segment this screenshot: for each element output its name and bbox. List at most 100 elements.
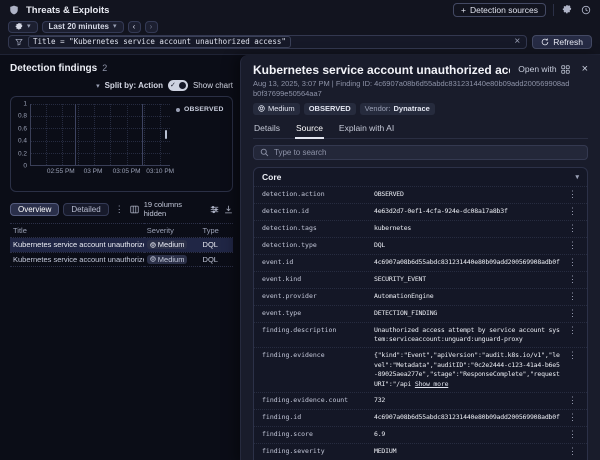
kebab-menu-icon[interactable]: ⋮ [566, 241, 579, 251]
app-header: Threats & Exploits + Detection sources ▾… [0, 0, 600, 55]
chevron-down-icon: ▾ [27, 23, 31, 30]
filter-chip[interactable]: Title = "Kubernetes service account unau… [28, 36, 291, 48]
severity-label: Medium [157, 254, 185, 264]
x-tick: 03:10 PM [146, 168, 175, 175]
timeframe-forward-button[interactable]: › [144, 20, 158, 33]
close-icon[interactable]: × [582, 63, 588, 75]
legend-item-observed[interactable]: OBSERVED [176, 106, 228, 113]
refresh-icon [541, 38, 549, 46]
refresh-button[interactable]: Refresh [532, 35, 592, 49]
field-key: event.provider [262, 291, 317, 300]
tab-detailed[interactable]: Detailed [63, 202, 109, 216]
gear-icon[interactable] [561, 4, 573, 16]
history-clock-icon[interactable] [580, 4, 592, 16]
open-with-grid-icon [560, 64, 570, 74]
column-header-severity[interactable]: Severity [143, 223, 200, 238]
kebab-menu-icon[interactable]: ⋮ [566, 351, 579, 361]
kebab-menu-icon[interactable]: ⋮ [566, 326, 579, 336]
field-value: 4c6907a08b6d55abdc831231440e80b09add2005… [374, 257, 560, 266]
divider [553, 4, 554, 16]
field-value: 6.9 [374, 430, 386, 439]
field-value: OBSERVED [374, 189, 404, 198]
finding-detail-drawer: Kubernetes service account unauthorized … [240, 55, 600, 460]
cell-type: DQL [199, 237, 233, 253]
findings-heading: Detection findings [10, 63, 98, 74]
grid-columns-icon[interactable] [130, 205, 139, 214]
field-value: Unauthorized access attempt by service a… [374, 325, 560, 343]
funnel-icon [15, 38, 23, 46]
filter-settings-button[interactable]: ▾ [8, 20, 38, 33]
column-header-title[interactable]: Title [10, 223, 144, 238]
field-row: finding.evidence.count 732 ⋮ [254, 392, 587, 409]
observed-data-point[interactable] [165, 129, 168, 140]
core-section-title: Core [262, 171, 282, 182]
timeframe-back-button[interactable]: ‹ [127, 20, 141, 33]
app-title: Threats & Exploits [26, 4, 110, 16]
tab-source[interactable]: Source [294, 121, 324, 139]
show-chart-toggle[interactable]: ✓ [167, 80, 188, 91]
tab-explain-with-ai[interactable]: Explain with AI [338, 121, 395, 139]
kebab-menu-icon[interactable]: ⋮ [566, 224, 579, 234]
gear-icon [15, 22, 23, 31]
collapse-chevron-icon[interactable]: ▾ [575, 173, 579, 181]
x-tick: 02:55 PM [46, 168, 75, 175]
open-with-button[interactable]: Open with [518, 64, 570, 74]
y-tick: 0.8 [17, 112, 27, 120]
cell-title: Kubernetes service account unauthorized … [10, 252, 144, 267]
kebab-menu-icon[interactable]: ⋮ [566, 258, 579, 268]
table-row[interactable]: Kubernetes service account unauthorized … [10, 237, 233, 253]
kebab-menu-icon[interactable]: ⋮ [566, 190, 579, 200]
field-value: AutomationEngine [374, 291, 434, 300]
download-icon[interactable] [224, 205, 233, 214]
legend-dot [176, 107, 180, 112]
field-value-text: {"kind":"Event","apiVersion":"audit.k8s.… [374, 351, 560, 388]
chevron-down-icon[interactable]: ▾ [96, 82, 100, 90]
column-header-type[interactable]: Type [199, 223, 233, 238]
detail-search[interactable] [253, 144, 588, 160]
filter-row: Title = "Kubernetes service account unau… [0, 35, 600, 54]
field-key: detection.action [262, 189, 325, 198]
kebab-menu-icon[interactable]: ⋮ [566, 413, 579, 423]
main-content: Detection findings 2 ▾ Split by: Action … [0, 55, 600, 460]
kebab-menu-icon[interactable]: ⋮ [113, 204, 126, 215]
field-value: DETECTION_FINDING [374, 308, 438, 317]
field-row: detection.id 4e63d2d7-0ef1-4cfa-924e-dc08… [254, 202, 587, 220]
chart-plot-area[interactable] [30, 104, 170, 166]
kebab-menu-icon[interactable]: ⋮ [566, 447, 579, 457]
tab-overview[interactable]: Overview [10, 202, 60, 216]
tab-details[interactable]: Details [253, 121, 281, 139]
field-row: detection.type DQL ⋮ [254, 236, 587, 254]
table-row[interactable]: Kubernetes service account unauthorized … [10, 252, 233, 267]
field-key: event.type [262, 308, 302, 317]
show-more-link[interactable]: Show more [415, 380, 449, 388]
columns-hidden-label[interactable]: 19 columns hidden [144, 200, 205, 218]
kebab-menu-icon[interactable]: ⋮ [566, 430, 579, 440]
field-row: finding.description Unauthorized access a… [254, 321, 587, 348]
field-row: finding.severity MEDIUM ⋮ [254, 443, 587, 460]
severity-badge: Medium [253, 102, 300, 115]
severity-label: Medium [268, 104, 295, 113]
clear-filter-icon[interactable]: × [514, 37, 520, 47]
kebab-menu-icon[interactable]: ⋮ [566, 292, 579, 302]
table-settings-icon[interactable] [210, 205, 219, 214]
detection-sources-button[interactable]: + Detection sources [452, 3, 546, 17]
field-value: 732 [374, 396, 386, 405]
kebab-menu-icon[interactable]: ⋮ [566, 275, 579, 285]
search-input[interactable] [274, 147, 581, 157]
kebab-menu-icon[interactable]: ⋮ [566, 309, 579, 319]
timeframe-selector[interactable]: Last 20 minutes ▾ [41, 20, 124, 33]
chart-legend: OBSERVED [170, 104, 228, 189]
search-icon [260, 148, 269, 156]
kebab-menu-icon[interactable]: ⋮ [566, 396, 579, 406]
findings-count: 2 [102, 63, 108, 73]
filter-input[interactable]: Title = "Kubernetes service account unau… [8, 35, 528, 49]
detail-meta: Aug 13, 2025, 3:07 PM | Finding ID: 4c69… [253, 79, 570, 98]
field-key: finding.evidence.count [262, 396, 349, 405]
field-key: event.kind [262, 274, 302, 283]
kebab-menu-icon[interactable]: ⋮ [566, 207, 579, 217]
field-row: event.kind SECURITY_EVENT ⋮ [254, 270, 587, 288]
field-row: detection.tags kubernetes ⋮ [254, 219, 587, 237]
severity-label: Medium [157, 240, 185, 249]
split-by-selector[interactable]: Split by: Action [105, 81, 163, 90]
timeframe-label: Last 20 minutes [48, 22, 109, 31]
